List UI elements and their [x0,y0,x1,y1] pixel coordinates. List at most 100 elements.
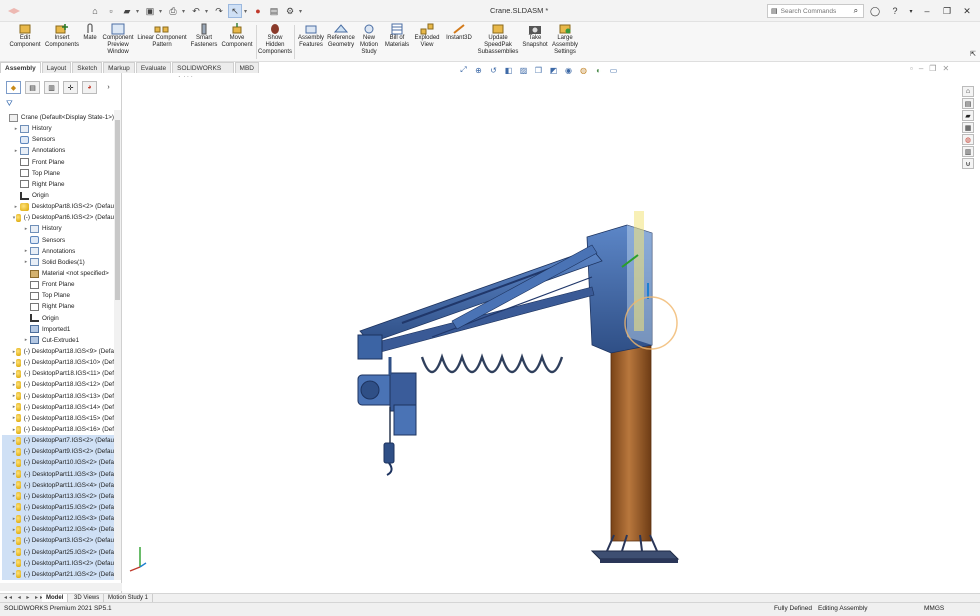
solidworks-resources-icon[interactable]: ⌂ [962,86,974,97]
tree-item[interactable]: ▸ (-) DesktopPart12.IGS<3> (Defa [2,513,114,525]
expand-arrow-icon[interactable]: ▸ [22,259,30,265]
tree-item[interactable]: ▸ (-) DesktopPart13.IGS<2> (Defa [2,490,114,502]
expand-arrow-icon[interactable]: ▸ [12,204,20,210]
unit-system[interactable]: MMGS [924,605,944,612]
previous-view-icon[interactable]: ↺ [488,65,499,76]
magnet-icon[interactable]: ⊍ [962,158,974,169]
tab-assembly[interactable]: Assembly [0,62,41,73]
user-account-icon[interactable]: ◯ [868,4,882,18]
hide-show-items-icon[interactable]: ◉ [563,65,574,76]
new-motion-study-button[interactable]: New Motion Study [356,23,382,61]
tree-filter-icon[interactable]: ⛛ [6,99,118,109]
tree-item[interactable]: ▸ (-) DesktopPart21.IGS<2> (Defa [2,568,114,580]
expand-arrow-icon[interactable]: ▸ [22,226,30,232]
minimize-icon[interactable]: – [920,4,934,18]
reference-geometry-button[interactable]: Reference Geometry [326,23,356,61]
tree-item[interactable]: ▸ History [2,123,114,134]
crane-model[interactable] [122,77,960,593]
tree-item[interactable]: ▸ Annotations [2,145,114,156]
save-icon[interactable]: ▣ [143,4,157,18]
tab-mbd[interactable]: MBD [234,62,259,73]
expand-arrow-icon[interactable]: ▸ [12,126,20,132]
tree-item[interactable]: ▸ (-) DesktopPart11.IGS<4> (Defa [2,479,114,491]
show-hidden-components-button[interactable]: Show Hidden Components [258,23,292,61]
help-icon[interactable]: ? [888,4,902,18]
custom-properties-icon[interactable]: ▥ [962,146,974,157]
view-settings-icon[interactable]: ▭ [608,65,619,76]
tree-item[interactable]: ▸ Annotations [2,246,114,257]
tree-item[interactable]: Right Plane [2,301,114,312]
file-properties-icon[interactable]: ▤ [267,4,281,18]
chevron-right-icon[interactable]: › [101,81,116,94]
component-preview-window-button[interactable]: Component Preview Window [100,23,136,61]
redo-icon[interactable]: ↷ [212,4,226,18]
select-cursor-icon[interactable]: ↖ [228,4,242,18]
tab-navigation-arrows[interactable]: ◂◂ ◂ ▸ ▸▸ [4,594,45,601]
tree-item[interactable]: ▸ (-) DesktopPart15.IGS<2> (Defa [2,501,114,514]
tree-item[interactable]: ▸ (-) DesktopPart12.IGS<4> (Defa [2,524,114,536]
exploded-view-button[interactable]: Exploded View [412,23,442,61]
instant3d-button[interactable]: Instant3D [442,23,476,61]
tree-item[interactable]: Front Plane [2,157,114,168]
chevron-down-icon[interactable]: ▾ [244,4,249,18]
open-folder-icon[interactable]: ▰ [120,4,134,18]
edit-component-button[interactable]: Edit Component [6,23,44,61]
smart-fasteners-button[interactable]: Smart Fasteners [188,23,220,61]
tree-item[interactable]: Origin [2,313,114,324]
chevron-down-icon[interactable]: ▾ [908,4,914,18]
chevron-down-icon[interactable]: ▾ [159,4,164,18]
tree-item[interactable]: ▸ (-) DesktopPart18.IGS<11> (Def [2,368,114,379]
chevron-down-icon[interactable]: ▾ [136,4,141,18]
zoom-to-fit-icon[interactable]: ⤢ [458,65,469,76]
dynamic-annotation-icon[interactable]: ▨ [518,65,529,76]
tree-item[interactable]: Front Plane [2,279,114,290]
view-orientation-icon[interactable]: ❒ [533,65,544,76]
tree-item[interactable]: ▸ DesktopPart8.IGS<2> (Defau [2,201,114,212]
featuremanager-tab-icon[interactable]: ◆ [6,81,21,94]
print-icon[interactable]: ⎙ [166,4,180,18]
restore-icon[interactable]: ❐ [940,4,954,18]
close-icon[interactable]: ✕ [942,64,949,73]
tree-item[interactable]: ▸ (-) DesktopPart10.IGS<2> (Defa [2,457,114,469]
file-explorer-icon[interactable]: ▰ [962,110,974,121]
zoom-to-area-icon[interactable]: ⊕ [473,65,484,76]
tree-item[interactable]: Top Plane [2,168,114,179]
search-input[interactable] [780,7,851,15]
close-icon[interactable]: ✕ [960,4,974,18]
tree-item[interactable]: Origin [2,190,114,201]
search-commands-box[interactable]: ▤ ⌕ [767,4,864,18]
pin-icon[interactable]: ⇱ [970,50,976,58]
tree-item[interactable]: Right Plane [2,179,114,190]
expand-arrow-icon[interactable]: ▸ [12,148,20,154]
tree-item[interactable]: ▸ (-) DesktopPart18.IGS<12> (Def [2,379,114,390]
displaymanager-tab-icon[interactable]: ◕ [82,81,97,94]
chevron-down-icon[interactable]: ▾ [299,4,304,18]
festoon-cable[interactable] [420,353,564,374]
assembly-features-button[interactable]: Assembly Features [296,23,326,61]
dimxpertmanager-tab-icon[interactable]: ✛ [63,81,78,94]
tree-item[interactable]: ▸ (-) DesktopPart1.IGS<2> (Defau [2,557,114,569]
tree-item[interactable]: ▸ (-) DesktopPart18.IGS<10> (Def [2,357,114,368]
search-icon[interactable]: ⌕ [854,6,858,16]
home-icon[interactable]: ⌂ [88,4,102,18]
tree-item[interactable]: Material <not specified> [2,268,114,279]
tree-item[interactable]: ▸ (-) DesktopPart25.IGS<2> (Defa [2,546,114,558]
tree-item[interactable]: Imported1 [2,324,114,335]
tree-vertical-scrollbar[interactable] [114,110,121,580]
tree-item[interactable]: ▸ (-) DesktopPart18.IGS<13> (Def [2,391,114,402]
configurationmanager-tab-icon[interactable]: ▥ [44,81,59,94]
linear-component-pattern-button[interactable]: Linear Component Pattern [136,23,188,61]
tab-evaluate[interactable]: Evaluate [135,62,172,73]
update-speedpak-button[interactable]: Update SpeedPak Subassemblies [476,23,520,61]
tree-item[interactable]: ▸ (-) DesktopPart18.IGS<9> (Defa [2,346,114,357]
tree-item[interactable]: Sensors [2,235,114,246]
tree-item[interactable]: ▸ History [2,223,114,234]
propertymanager-tab-icon[interactable]: ▤ [25,81,40,94]
view-palette-icon[interactable]: ▦ [962,122,974,133]
appearances-icon[interactable]: ◍ [962,134,974,145]
tab-layout[interactable]: Layout [41,62,72,73]
section-view-icon[interactable]: ◧ [503,65,514,76]
minimize-icon[interactable]: – [919,64,923,73]
apply-scene-icon[interactable]: ◐ [593,65,604,76]
tree-item[interactable]: ▸ (-) DesktopPart18.IGS<15> (Def [2,413,114,424]
